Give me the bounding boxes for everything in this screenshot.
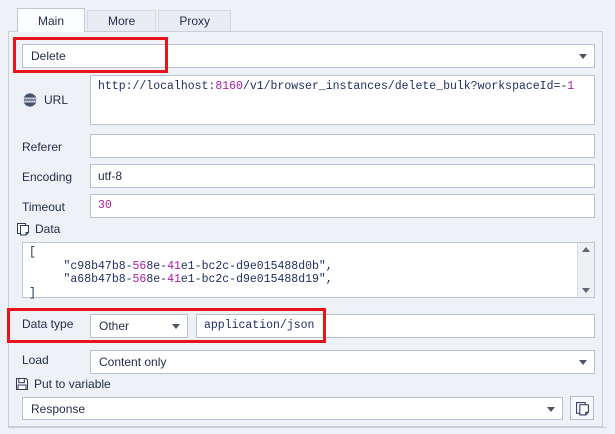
put-to-variable-dropdown[interactable]: Response [22, 397, 563, 420]
tab-more[interactable]: More [87, 10, 156, 31]
data-type-label: Data type [22, 317, 73, 331]
encoding-value: utf-8 [98, 169, 122, 183]
method-dropdown-value: Delete [31, 49, 66, 63]
data-scrollbar[interactable] [577, 243, 594, 297]
tab-main-label: Main [38, 14, 64, 28]
chevron-down-icon [579, 54, 587, 59]
referer-label: Referer [22, 140, 62, 154]
data-type-dropdown-value: Other [99, 319, 129, 333]
http-request-settings-dialog: Main More Proxy Delete www URL http://lo… [0, 0, 615, 434]
url-label-group: www URL [21, 92, 68, 108]
copy-pages-icon [575, 401, 590, 416]
put-to-variable-group: Put to variable [15, 377, 111, 391]
copy-variable-button[interactable] [570, 396, 594, 420]
referer-input[interactable] [90, 134, 595, 158]
chevron-down-icon [579, 360, 587, 365]
scroll-down-icon[interactable] [582, 288, 590, 293]
copy-pages-icon [16, 222, 30, 236]
content-type-input[interactable]: application/json [196, 314, 595, 338]
data-textarea[interactable]: [ "c98b47b8-568e-41e1-bc2c-d9e015488d0b"… [22, 242, 595, 298]
put-to-variable-value: Response [31, 402, 85, 416]
url-input[interactable]: http://localhost:8160/v1/browser_instanc… [90, 75, 595, 125]
tab-main[interactable]: Main [17, 8, 85, 32]
data-label: Data [35, 222, 60, 236]
load-label: Load [22, 353, 49, 367]
data-label-group: Data [16, 222, 60, 236]
method-dropdown[interactable]: Delete [22, 44, 595, 68]
tab-more-label: More [108, 14, 135, 28]
timeout-input[interactable]: 30 [90, 194, 595, 218]
load-dropdown[interactable]: Content only [90, 350, 595, 374]
www-globe-icon: www [21, 92, 39, 108]
load-dropdown-value: Content only [99, 355, 166, 369]
content-type-value: application/json [204, 319, 314, 332]
chevron-down-icon [547, 407, 555, 412]
encoding-label: Encoding [22, 170, 72, 184]
scroll-up-icon[interactable] [582, 247, 590, 252]
tab-strip: Main More Proxy [17, 8, 233, 32]
svg-text:www: www [23, 98, 37, 104]
data-type-dropdown[interactable]: Other [90, 314, 188, 338]
floppy-disk-icon [15, 377, 29, 391]
url-label: URL [44, 93, 68, 107]
bottom-divider [8, 427, 607, 428]
encoding-input[interactable]: utf-8 [90, 164, 595, 188]
tab-proxy[interactable]: Proxy [158, 10, 231, 31]
put-to-variable-label: Put to variable [34, 377, 111, 391]
timeout-label: Timeout [22, 200, 65, 214]
chevron-down-icon [172, 324, 180, 329]
tab-proxy-label: Proxy [179, 14, 210, 28]
